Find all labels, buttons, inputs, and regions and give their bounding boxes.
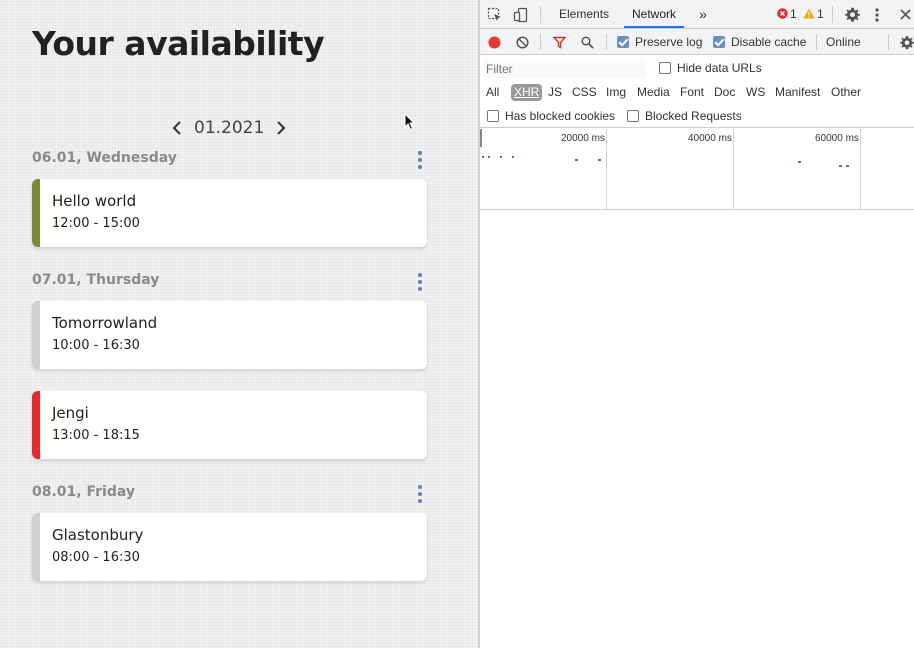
type-filter-js[interactable]: JS [548, 84, 562, 101]
inspect-element-icon[interactable] [486, 6, 504, 24]
tab-elements[interactable]: Elements [559, 0, 609, 28]
toolbar-separator [540, 6, 541, 23]
filter-icon[interactable] [552, 35, 566, 49]
toolbar-separator [540, 34, 541, 50]
type-filter-media[interactable]: Media [637, 84, 670, 101]
has-blocked-cookies-checkbox[interactable] [487, 110, 499, 122]
network-settings-icon[interactable] [900, 34, 914, 50]
event-card[interactable]: Hello world 12:00 - 15:00 [32, 179, 427, 247]
more-tabs-icon[interactable]: » [696, 6, 710, 22]
mouse-cursor-icon [404, 113, 416, 131]
settings-gear-icon[interactable] [844, 6, 861, 23]
filter-bar: Hide data URLs All XHR JS CSS Img Media … [480, 55, 914, 128]
filter-input[interactable] [484, 60, 646, 78]
preserve-log-checkbox[interactable] [617, 36, 629, 48]
day-options-icon[interactable] [414, 151, 426, 169]
request-mark [575, 159, 578, 161]
event-title: Tomorrowland [52, 314, 158, 332]
page-title: Your availability [32, 24, 325, 63]
event-color-stripe [32, 513, 40, 581]
clear-icon[interactable] [515, 35, 529, 49]
month-navigator: 01.2021 [168, 116, 290, 140]
day-header: 06.01, Wednesday [32, 150, 177, 166]
device-toolbar-icon[interactable] [512, 6, 530, 24]
timeline-tick-label: 20000 ms [561, 133, 605, 144]
event-time: 12:00 - 15:00 [52, 216, 140, 231]
event-color-stripe [32, 391, 40, 459]
previous-month-button[interactable] [168, 117, 186, 139]
toolbar-separator [816, 34, 817, 50]
error-count: 1 [790, 7, 797, 21]
record-icon[interactable] [487, 35, 501, 49]
error-icon[interactable] [777, 8, 788, 19]
network-overview-timeline[interactable]: 20000 ms 40000 ms 60000 ms [480, 129, 914, 210]
type-filter-manifest[interactable]: Manifest [775, 84, 820, 101]
type-filter-xhr[interactable]: XHR [511, 84, 543, 101]
chevron-left-icon [172, 121, 181, 135]
type-filter-doc[interactable]: Doc [714, 84, 735, 101]
event-time: 10:00 - 16:30 [52, 338, 140, 353]
requests-list[interactable] [480, 210, 914, 648]
request-mark [500, 156, 502, 158]
request-mark [798, 161, 801, 163]
request-mark [488, 156, 490, 158]
has-blocked-cookies-label[interactable]: Has blocked cookies [505, 109, 615, 123]
day-header: 07.01, Thursday [32, 272, 160, 288]
type-filter-css[interactable]: CSS [572, 84, 597, 101]
type-filter-ws[interactable]: WS [746, 84, 765, 101]
type-filter-all[interactable]: All [486, 84, 499, 101]
devtools-tabbar: Elements Network » 1 1 [480, 0, 914, 29]
day-options-icon[interactable] [414, 485, 426, 503]
next-month-button[interactable] [272, 117, 290, 139]
day-header: 08.01, Friday [32, 484, 136, 500]
disable-cache-checkbox[interactable] [713, 36, 725, 48]
day-options-icon[interactable] [414, 273, 426, 291]
timeline-start-marker [480, 129, 482, 147]
request-mark [839, 165, 842, 167]
warning-icon[interactable] [803, 8, 815, 19]
event-card[interactable]: Tomorrowland 10:00 - 16:30 [32, 301, 427, 369]
event-card[interactable]: Jengi 13:00 - 18:15 [32, 391, 427, 459]
event-title: Glastonbury [52, 526, 144, 544]
event-title: Hello world [52, 192, 137, 210]
chevron-right-icon [277, 121, 286, 135]
warning-count: 1 [817, 7, 824, 21]
timeline-tick-label: 60000 ms [815, 133, 859, 144]
hide-data-urls-label[interactable]: Hide data URLs [677, 61, 762, 75]
disable-cache-label[interactable]: Disable cache [731, 35, 806, 49]
event-title: Jengi [52, 404, 89, 422]
devtools-panel: Elements Network » 1 1 Preserve log Disa… [480, 0, 914, 648]
toolbar-separator [888, 34, 889, 50]
event-time: 08:00 - 16:30 [52, 550, 140, 565]
availability-app: Your availability 01.2021 06.01, Wednesd… [0, 0, 478, 648]
request-mark [482, 156, 484, 158]
event-time: 13:00 - 18:15 [52, 428, 140, 443]
timeline-tick-label: 40000 ms [688, 133, 732, 144]
type-filter-img[interactable]: Img [606, 84, 626, 101]
type-filter-font[interactable]: Font [680, 84, 704, 101]
type-filter-other[interactable]: Other [831, 84, 861, 101]
event-color-stripe [32, 301, 40, 369]
throttling-select[interactable]: Online [826, 35, 861, 49]
event-color-stripe [32, 179, 40, 247]
request-mark [512, 156, 514, 158]
event-card[interactable]: Glastonbury 08:00 - 16:30 [32, 513, 427, 581]
blocked-requests-checkbox[interactable] [627, 110, 639, 122]
hide-data-urls-checkbox[interactable] [659, 62, 671, 74]
request-mark [598, 159, 601, 161]
timeline-gridline [733, 129, 734, 209]
request-mark [846, 165, 849, 167]
timeline-gridline [860, 129, 861, 209]
toolbar-separator [606, 34, 607, 50]
network-toolbar: Preserve log Disable cache Online [480, 29, 914, 55]
search-icon[interactable] [580, 35, 594, 49]
blocked-requests-label[interactable]: Blocked Requests [645, 109, 742, 123]
close-devtools-icon[interactable] [898, 6, 912, 23]
tab-network[interactable]: Network [624, 0, 685, 28]
preserve-log-label[interactable]: Preserve log [635, 35, 702, 49]
current-month-label: 01.2021 [194, 118, 265, 138]
timeline-gridline [606, 129, 607, 209]
toolbar-separator [832, 6, 833, 23]
more-options-icon[interactable] [873, 6, 881, 23]
